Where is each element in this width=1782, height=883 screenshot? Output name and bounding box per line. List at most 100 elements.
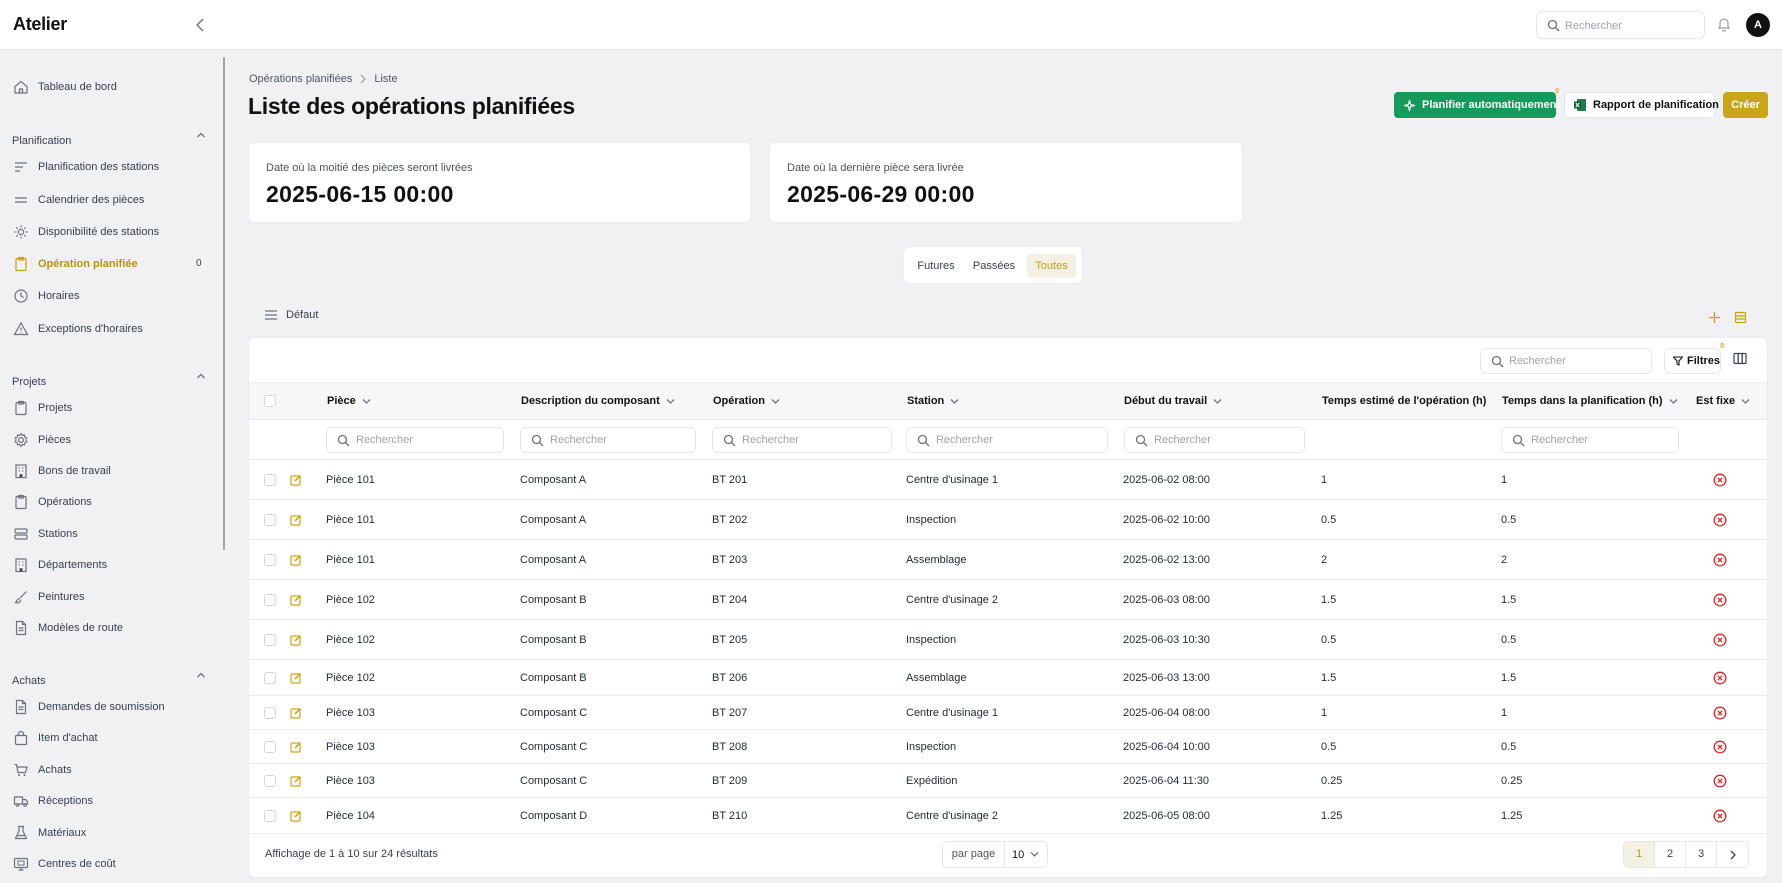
column-header-temps-estime-de-l-operation-h[interactable]: Temps estimé de l'opération (h) bbox=[1322, 395, 1486, 407]
sidebar-item-projets[interactable]: Projets bbox=[0, 395, 222, 421]
table-row[interactable]: Pièce 101 Composant A BT 202 Inspection 2025… bbox=[249, 500, 1767, 540]
edit-icon[interactable] bbox=[290, 514, 302, 526]
not-fixed-icon[interactable] bbox=[1713, 809, 1727, 823]
page-2-button[interactable]: 2 bbox=[1655, 842, 1686, 867]
not-fixed-icon[interactable] bbox=[1713, 774, 1727, 788]
sidebar-item-receptions[interactable]: Réceptions bbox=[0, 788, 222, 814]
segment-toutes[interactable]: Toutes bbox=[1027, 254, 1076, 278]
page-1-button[interactable]: 1 bbox=[1624, 842, 1655, 867]
chevron-up-icon[interactable] bbox=[196, 372, 206, 380]
row-checkbox[interactable] bbox=[264, 634, 276, 646]
column-filter-input[interactable] bbox=[1154, 432, 1298, 448]
not-fixed-icon[interactable] bbox=[1713, 740, 1727, 754]
app-brand[interactable]: Atelier bbox=[13, 14, 67, 35]
edit-icon[interactable] bbox=[290, 634, 302, 646]
sidebar-item-disponibilite-des-stations[interactable]: Disponibilité des stations bbox=[0, 219, 222, 245]
sidebar-item-stations[interactable]: Stations bbox=[0, 521, 222, 547]
row-checkbox[interactable] bbox=[264, 594, 276, 606]
next-page-button[interactable] bbox=[1717, 842, 1748, 867]
sidebar-scrollbar[interactable] bbox=[223, 57, 225, 550]
sidebar-item-centres-de-cout[interactable]: Centres de coût bbox=[0, 851, 222, 877]
collapse-sidebar-icon[interactable] bbox=[193, 16, 209, 34]
table-row[interactable]: Pièce 102 Composant B BT 205 Inspection 2025… bbox=[249, 620, 1767, 660]
not-fixed-icon[interactable] bbox=[1713, 513, 1727, 527]
column-filter-input[interactable] bbox=[742, 432, 885, 448]
row-checkbox[interactable] bbox=[264, 474, 276, 486]
add-view-icon[interactable] bbox=[1708, 311, 1721, 324]
sidebar-item-modeles-de-route[interactable]: Modèles de route bbox=[0, 615, 222, 641]
sidebar-item-horaires[interactable]: Horaires bbox=[0, 283, 222, 309]
column-filter-piece[interactable] bbox=[326, 427, 504, 453]
chevron-up-icon[interactable] bbox=[196, 131, 206, 139]
sidebar-item-operations[interactable]: Opérations bbox=[0, 489, 222, 515]
not-fixed-icon[interactable] bbox=[1713, 633, 1727, 647]
page-3-button[interactable]: 3 bbox=[1686, 842, 1717, 867]
row-checkbox[interactable] bbox=[264, 514, 276, 526]
select-all-checkbox[interactable] bbox=[264, 395, 276, 407]
edit-icon[interactable] bbox=[290, 594, 302, 606]
row-checkbox[interactable] bbox=[264, 741, 276, 753]
edit-icon[interactable] bbox=[290, 474, 302, 486]
row-checkbox[interactable] bbox=[264, 775, 276, 787]
sidebar-item-departements[interactable]: Départements bbox=[0, 552, 222, 578]
edit-icon[interactable] bbox=[290, 775, 302, 787]
not-fixed-icon[interactable] bbox=[1713, 473, 1727, 487]
edit-icon[interactable] bbox=[290, 554, 302, 566]
sidebar-item-demandes-de-soumission[interactable]: Demandes de soumission bbox=[0, 694, 222, 720]
edit-icon[interactable] bbox=[290, 672, 302, 684]
global-search[interactable] bbox=[1536, 11, 1705, 39]
row-checkbox[interactable] bbox=[264, 707, 276, 719]
sidebar-item-calendrier-des-pieces[interactable]: Calendrier des pièces bbox=[0, 187, 222, 213]
table-row[interactable]: Pièce 103 Composant C BT 209 Expédition 2025… bbox=[249, 764, 1767, 798]
column-filter-description-du-composant[interactable] bbox=[520, 427, 696, 453]
column-header-operation[interactable]: Opération bbox=[713, 395, 780, 407]
create-button[interactable]: Créer bbox=[1723, 92, 1768, 118]
column-header-est-fixe[interactable]: Est fixe bbox=[1696, 395, 1750, 407]
sidebar-item-item-d-achat[interactable]: Item d'achat bbox=[0, 725, 222, 751]
sidebar-item-exceptions-d-horaires[interactable]: Exceptions d'horaires bbox=[0, 316, 222, 342]
per-page-select[interactable]: par page 10 bbox=[942, 841, 1048, 868]
planning-report-button[interactable]: Rapport de planification bbox=[1564, 92, 1719, 118]
not-fixed-icon[interactable] bbox=[1713, 553, 1727, 567]
sidebar-item-planification-des-stations[interactable]: Planification des stations bbox=[0, 154, 222, 180]
breadcrumb-link-operations[interactable]: Opérations planifiées bbox=[249, 73, 352, 85]
sidebar-item-pieces[interactable]: Pièces bbox=[0, 427, 222, 453]
sidebar-item-achats[interactable]: Achats bbox=[0, 757, 222, 783]
not-fixed-icon[interactable] bbox=[1713, 706, 1727, 720]
not-fixed-icon[interactable] bbox=[1713, 593, 1727, 607]
column-filter-input[interactable] bbox=[936, 432, 1096, 448]
bell-icon[interactable] bbox=[1716, 16, 1732, 33]
sidebar-item-materiaux[interactable]: Matériaux bbox=[0, 820, 222, 846]
edit-icon[interactable] bbox=[290, 741, 302, 753]
row-checkbox[interactable] bbox=[264, 810, 276, 822]
view-selector[interactable]: Défaut bbox=[264, 309, 318, 321]
table-row[interactable]: Pièce 101 Composant A BT 201 Centre d'usina… bbox=[249, 460, 1767, 500]
row-checkbox[interactable] bbox=[264, 554, 276, 566]
sidebar-item-peintures[interactable]: Peintures bbox=[0, 584, 222, 610]
table-row[interactable]: Pièce 103 Composant C BT 208 Inspection 2025… bbox=[249, 730, 1767, 764]
column-header-description-du-composant[interactable]: Description du composant bbox=[521, 395, 675, 407]
column-filter-operation[interactable] bbox=[712, 427, 892, 453]
table-row[interactable]: Pièce 104 Composant D BT 210 Centre d'usina… bbox=[249, 798, 1767, 834]
sidebar-item-bons-de-travail[interactable]: Bons de travail bbox=[0, 458, 222, 484]
not-fixed-icon[interactable] bbox=[1713, 671, 1727, 685]
segment-futures[interactable]: Futures bbox=[911, 254, 961, 278]
table-row[interactable]: Pièce 101 Composant A BT 203 Assemblage 2025… bbox=[249, 540, 1767, 580]
column-filter-debut-du-travail[interactable] bbox=[1124, 427, 1305, 453]
sidebar-item-tableau-de-bord[interactable]: Tableau de bord bbox=[0, 74, 222, 100]
table-row[interactable]: Pièce 103 Composant C BT 207 Centre d'usina… bbox=[249, 696, 1767, 730]
column-header-temps-dans-la-planification-h[interactable]: Temps dans la planification (h) bbox=[1502, 395, 1678, 407]
stack-icon[interactable] bbox=[1734, 311, 1747, 324]
global-search-input[interactable] bbox=[1565, 17, 1700, 34]
table-search[interactable] bbox=[1480, 348, 1652, 374]
auto-plan-button[interactable]: Planifier automatiquement 0 bbox=[1394, 88, 1560, 118]
edit-icon[interactable] bbox=[290, 810, 302, 822]
table-row[interactable]: Pièce 102 Composant B BT 204 Centre d'usina… bbox=[249, 580, 1767, 620]
column-filter-input[interactable] bbox=[1531, 432, 1672, 448]
column-filter-temps-dans-la-planification-h[interactable] bbox=[1501, 427, 1679, 453]
table-row[interactable]: Pièce 102 Composant B BT 206 Assemblage 2025… bbox=[249, 660, 1767, 696]
column-header-piece[interactable]: Pièce bbox=[327, 395, 371, 407]
filters-button[interactable]: Filtres 0 bbox=[1664, 343, 1724, 374]
column-header-debut-du-travail[interactable]: Début du travail bbox=[1124, 395, 1222, 407]
row-checkbox[interactable] bbox=[264, 672, 276, 684]
